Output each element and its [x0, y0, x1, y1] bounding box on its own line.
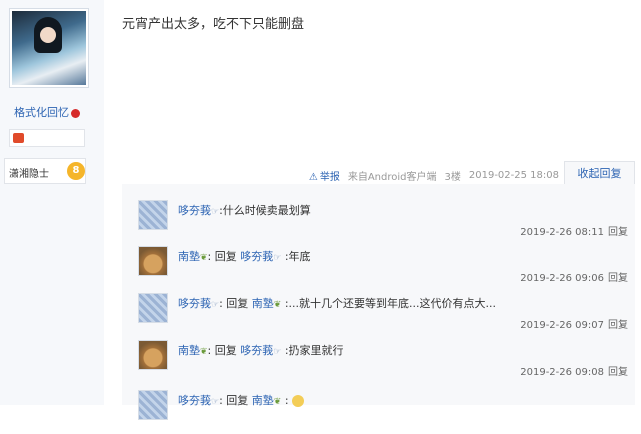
- reply-username[interactable]: 南塾: [178, 250, 200, 263]
- reply-time: 2019-2-26 09:06: [520, 273, 604, 284]
- reply-meta: [624, 413, 628, 424]
- reply-username[interactable]: 哆夯莪: [178, 297, 211, 310]
- reply-text: 哆夯莪☞: 回复 南塾❦ :...就十几个还要等到年底...这代价有点大...: [178, 295, 496, 311]
- cherry-icon: [71, 108, 80, 118]
- reply-colon: :: [281, 394, 289, 407]
- reply-button[interactable]: 回复: [608, 367, 628, 378]
- user-mark-icon: ☞: [211, 397, 220, 407]
- level-title: 潇湘隐士: [9, 169, 49, 180]
- post-content: 元宵产出太多，吃不下只能删盘: [122, 17, 305, 32]
- reply-text: 哆夯莪☞: 回复 南塾❦ :: [178, 392, 305, 408]
- reply-colon: :: [281, 297, 289, 310]
- user-mark-icon: ☞: [211, 207, 220, 217]
- reply-button[interactable]: 回复: [608, 227, 628, 238]
- reply-meta: 2019-2-26 08:11 回复: [520, 223, 628, 238]
- reply-prefix: : 回复: [207, 344, 241, 357]
- level-badge[interactable]: 潇湘隐士 8: [4, 158, 86, 184]
- reply-time: 2019-2-26 09:08: [520, 367, 604, 378]
- reply-item: 南塾❦: 回复 哆夯莪☞ :年底 2019-2-26 09:06 回复: [138, 246, 628, 290]
- user-mark-icon: ❦: [200, 253, 208, 263]
- reply-prefix: : 回复: [219, 394, 252, 407]
- level-number: 8: [67, 162, 85, 180]
- reply-target-username[interactable]: 哆夯莪: [240, 344, 273, 357]
- report-link[interactable]: ⚠ 举报: [309, 168, 340, 183]
- reply-avatar[interactable]: [138, 246, 168, 276]
- collapse-replies-button[interactable]: 收起回复: [564, 161, 635, 185]
- reply-avatar[interactable]: [138, 390, 168, 420]
- reply-body: 扔家里就行: [288, 344, 344, 357]
- user-mark-icon: ☞: [211, 300, 220, 310]
- reply-username[interactable]: 南塾: [178, 344, 200, 357]
- reply-time: 2019-2-26 09:07: [520, 320, 604, 331]
- user-sidebar: 格式化回忆 潇湘隐士 8: [0, 0, 104, 405]
- user-mark-icon: ❦: [200, 347, 208, 357]
- warning-icon: ⚠: [308, 171, 318, 183]
- username-text[interactable]: 格式化回忆: [14, 106, 69, 119]
- reply-body: ...就十几个还要等到年底...这代价有点大...: [288, 297, 496, 310]
- reply-avatar[interactable]: [138, 200, 168, 230]
- reply-item: 哆夯莪☞:什么时候卖最划算 2019-2-26 08:11 回复: [138, 200, 628, 244]
- report-text[interactable]: 举报: [320, 172, 340, 183]
- reply-text: 南塾❦: 回复 哆夯莪☞ :年底: [178, 248, 311, 264]
- badge-icon: [13, 133, 24, 143]
- post-time: 2019-02-25 18:08: [468, 169, 559, 181]
- reply-colon: :: [281, 344, 289, 357]
- reply-button[interactable]: 回复: [608, 273, 628, 284]
- reply-prefix: : 回复: [219, 297, 252, 310]
- reply-prefix: : 回复: [207, 250, 241, 263]
- reply-item: 哆夯莪☞: 回复 南塾❦ :...就十几个还要等到年底...这代价有点大... 2…: [138, 293, 628, 337]
- reply-text: 南塾❦: 回复 哆夯莪☞ :扔家里就行: [178, 342, 344, 358]
- reply-text: 哆夯莪☞:什么时候卖最划算: [178, 202, 311, 218]
- post-tail: ⚠ 举报 来自Android客户端 3楼 2019-02-25 18:08: [301, 168, 559, 183]
- reply-target-username[interactable]: 哆夯莪: [240, 250, 273, 263]
- reply-username[interactable]: 哆夯莪: [178, 394, 211, 407]
- reply-colon: :: [281, 250, 289, 263]
- reply-item: 南塾❦: 回复 哆夯莪☞ :扔家里就行 2019-2-26 09:08 回复: [138, 340, 628, 384]
- avatar-image: [12, 11, 86, 85]
- username-link[interactable]: 格式化回忆: [14, 104, 80, 120]
- reply-time: 2019-2-26 08:11: [520, 227, 604, 238]
- reply-avatar[interactable]: [138, 293, 168, 323]
- reply-meta: 2019-2-26 09:06 回复: [520, 269, 628, 284]
- reply-item: 哆夯莪☞: 回复 南塾❦ :: [138, 390, 628, 434]
- reply-body: 什么时候卖最划算: [222, 204, 311, 217]
- reply-button[interactable]: 回复: [608, 320, 628, 331]
- user-avatar[interactable]: [9, 8, 89, 88]
- reply-target-username[interactable]: 南塾: [252, 394, 274, 407]
- reply-body: 年底: [288, 250, 311, 263]
- user-badge[interactable]: [9, 129, 85, 147]
- source-text: 来自Android客户端: [347, 171, 437, 183]
- reply-target-username[interactable]: 南塾: [252, 297, 274, 310]
- floor-text: 3楼: [444, 171, 461, 183]
- emoji-icon: [292, 395, 305, 407]
- reply-avatar[interactable]: [138, 340, 168, 370]
- reply-meta: 2019-2-26 09:07 回复: [520, 316, 628, 331]
- reply-username[interactable]: 哆夯莪: [178, 204, 211, 217]
- reply-meta: 2019-2-26 09:08 回复: [520, 363, 628, 378]
- reply-list: 哆夯莪☞:什么时候卖最划算 2019-2-26 08:11 回复 南塾❦: 回复 哆夯…: [122, 184, 635, 420]
